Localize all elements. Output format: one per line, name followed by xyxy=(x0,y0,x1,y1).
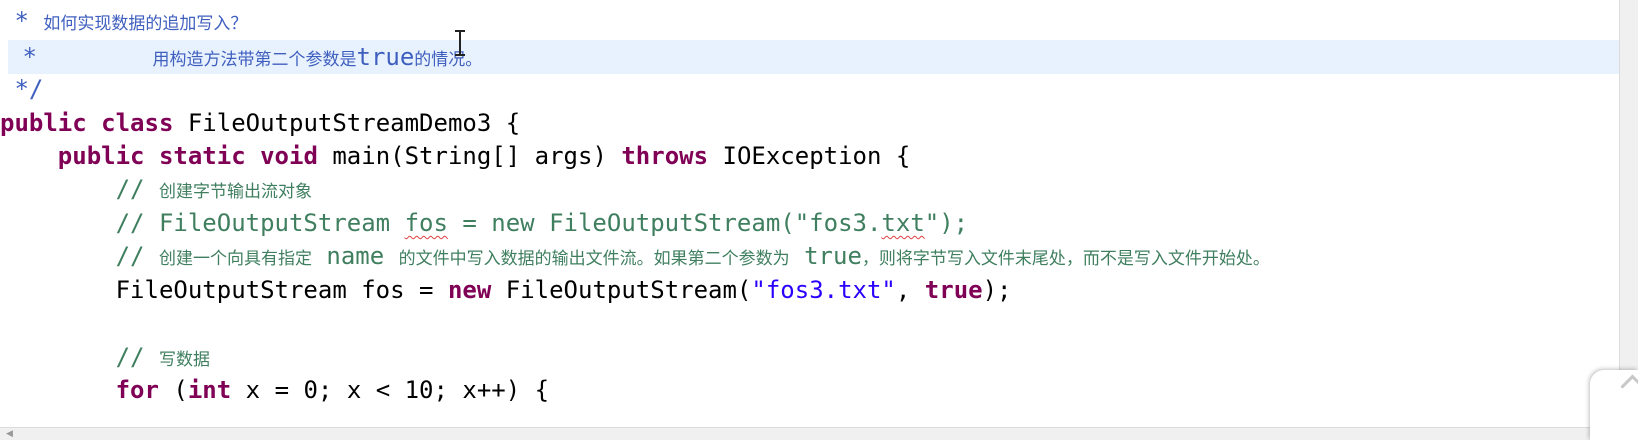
comment-code: = new FileOutputStream("fos3. xyxy=(447,209,882,237)
chevron-up-icon[interactable] xyxy=(1590,370,1638,440)
spell-warning-word: txt xyxy=(881,209,925,237)
comment-marker: // xyxy=(115,175,159,203)
comment-line-2: // FileOutputStream fos = new FileOutput… xyxy=(0,206,1620,240)
scroll-left-arrow-icon[interactable]: ◀ xyxy=(6,429,13,439)
javadoc-star: * xyxy=(8,43,37,71)
comment-code: true xyxy=(789,242,862,270)
keyword: true xyxy=(924,276,983,304)
for-loop: for (int x = 0; x < 10; x++) { xyxy=(0,373,1620,407)
keyword: int xyxy=(187,376,232,404)
keyword: for xyxy=(115,376,159,404)
keyword: static xyxy=(158,142,246,170)
comment-line-4: // 写数据 xyxy=(0,340,1620,374)
code-text: ); xyxy=(982,276,1012,304)
class-declaration: public class FileOutputStreamDemo3 { xyxy=(0,106,1620,140)
javadoc-text: 的情况。 xyxy=(414,50,483,70)
comment-text: 写数据 xyxy=(158,350,210,370)
keyword: public xyxy=(0,109,87,137)
method-signature: main(String[] args) xyxy=(317,142,622,170)
comment-text: ，则将字节写入文件末尾处，而不是写入文件开始处。 xyxy=(861,249,1270,269)
javadoc-end: */ xyxy=(0,75,44,103)
code-text: FileOutputStream fos = xyxy=(115,276,448,304)
javadoc-code: true xyxy=(356,43,415,71)
code-text: x = 0; x < 10; x++) { xyxy=(231,376,550,404)
vertical-scrollbar[interactable] xyxy=(1619,0,1638,428)
horizontal-scrollbar[interactable]: ◀ xyxy=(0,427,1620,440)
string-literal: "fos3.txt" xyxy=(751,276,896,304)
method-declaration: public static void main(String[] args) t… xyxy=(0,139,1620,173)
comment-code: name xyxy=(311,242,399,270)
comment-code: "); xyxy=(924,209,969,237)
statement-fos: FileOutputStream fos = new FileOutputStr… xyxy=(0,273,1620,307)
keyword: throws xyxy=(621,142,709,170)
comment-text: 的文件中写入数据的输出文件流。如果第二个参数为 xyxy=(398,249,790,269)
comment-text: 创建一个向具有指定 xyxy=(158,249,312,269)
comment-code: // FileOutputStream xyxy=(115,209,405,237)
keyword: new xyxy=(447,276,492,304)
javadoc-text: 如何实现数据的追加写入？ xyxy=(43,14,248,34)
comment-marker: // xyxy=(115,242,159,270)
comment-marker: // xyxy=(115,343,159,371)
code-text: FileOutputStream( xyxy=(491,276,752,304)
exception-type: IOException { xyxy=(708,142,911,170)
class-name: FileOutputStreamDemo3 { xyxy=(173,109,521,137)
comment-line-3: // 创建一个向具有指定 name 的文件中写入数据的输出文件流。如果第二个参数… xyxy=(0,239,1620,273)
javadoc-close: */ xyxy=(0,72,1620,106)
javadoc-line-1: * 如何实现数据的追加写入？ xyxy=(0,4,1620,38)
code-text: , xyxy=(895,276,925,304)
text-cursor-ibeam-icon xyxy=(455,30,465,60)
code-text: ( xyxy=(158,376,188,404)
current-line-highlight: * 用构造方法带第二个参数是true的情况。 xyxy=(8,40,1620,74)
keyword: public xyxy=(57,142,145,170)
spell-warning-word: fos xyxy=(404,209,448,237)
comment-text: 创建字节输出流对象 xyxy=(158,182,312,202)
javadoc-text: 用构造方法带第二个参数是 xyxy=(152,50,357,70)
code-editor[interactable]: * 如何实现数据的追加写入？ * 用构造方法带第二个参数是true的情况。 */… xyxy=(0,0,1620,428)
javadoc-star: * xyxy=(0,7,44,35)
keyword: void xyxy=(260,142,318,170)
keyword: class xyxy=(101,109,174,137)
comment-line-1: // 创建字节输出流对象 xyxy=(0,172,1620,206)
